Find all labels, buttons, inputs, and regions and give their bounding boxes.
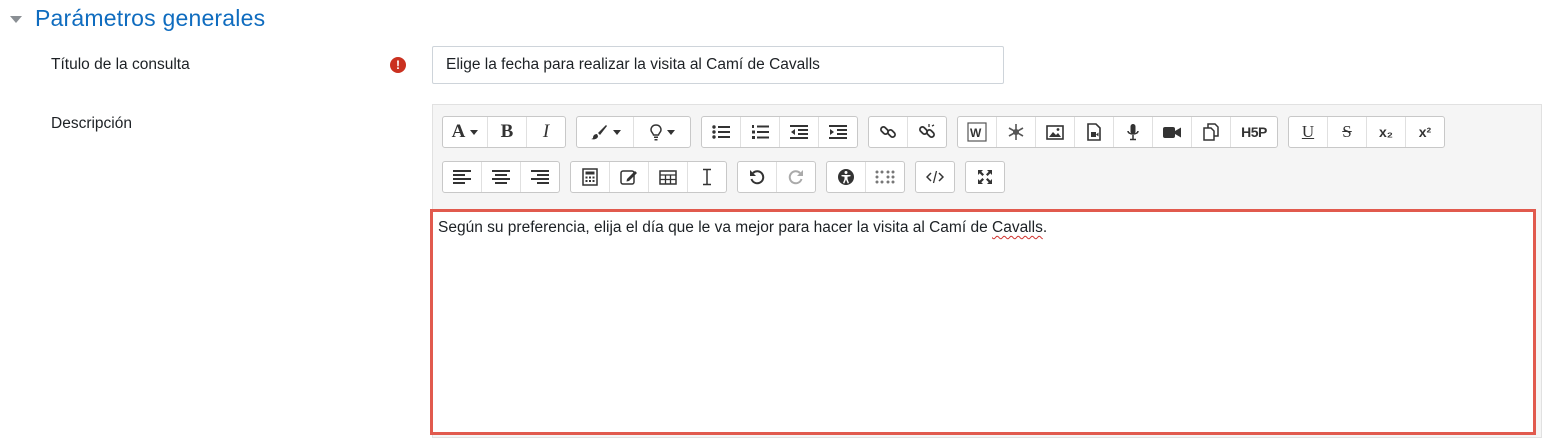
numbered-list-button[interactable]	[741, 117, 780, 147]
toolbar-group-format: U S x₂ x²	[1288, 116, 1445, 148]
brush-icon	[590, 125, 607, 140]
manage-files-button[interactable]	[1192, 117, 1231, 147]
media-file-icon	[1087, 123, 1101, 141]
calculator-button[interactable]	[571, 162, 610, 192]
required-icon: !	[390, 57, 406, 73]
undo-icon	[750, 170, 765, 185]
editor-content-end: .	[1042, 219, 1048, 236]
bullet-list-button[interactable]	[702, 117, 741, 147]
toolbar-group-links	[868, 116, 947, 148]
toolbar-group-color	[576, 116, 691, 148]
align-right-icon	[531, 170, 549, 184]
unlink-icon	[919, 124, 935, 138]
record-video-button[interactable]	[1153, 117, 1192, 147]
collapse-caret-icon[interactable]	[10, 15, 22, 23]
bullet-list-icon	[712, 125, 730, 139]
equation-button[interactable]	[997, 117, 1036, 147]
fullscreen-button[interactable]	[966, 162, 1004, 192]
edit-icon	[620, 170, 637, 185]
expand-icon	[978, 170, 992, 184]
align-right-button[interactable]	[521, 162, 559, 192]
link-icon	[880, 126, 896, 138]
title-input-value: Elige la fecha para realizar la visita a…	[446, 56, 820, 73]
word-icon: W	[967, 122, 987, 142]
video-camera-icon	[1163, 126, 1181, 138]
title-label: Título de la consulta	[51, 56, 190, 73]
indent-icon	[829, 125, 847, 139]
outdent-button[interactable]	[780, 117, 819, 147]
toolbar-group-media: W H5P	[957, 116, 1278, 148]
align-left-icon	[453, 170, 471, 184]
table-icon	[659, 169, 677, 185]
h5p-button[interactable]: H5P	[1231, 117, 1277, 147]
editor-content-area[interactable]: Según su preferencia, elija el día que l…	[430, 209, 1536, 435]
strikethrough-button[interactable]: S	[1328, 117, 1367, 147]
accessibility-checker-button[interactable]	[827, 162, 866, 192]
underline-button[interactable]: U	[1289, 117, 1328, 147]
accessibility-icon	[838, 169, 854, 185]
title-input[interactable]: Elige la fecha para realizar la visita a…	[432, 46, 1004, 84]
misspelled-word: Cavalls	[992, 219, 1043, 236]
toolbar-group-lists	[701, 116, 858, 148]
record-audio-button[interactable]	[1114, 117, 1153, 147]
text-color-button[interactable]	[577, 117, 634, 147]
toolbar-group-html	[915, 161, 955, 193]
font-style-button[interactable]: A	[443, 117, 488, 147]
insert-media-button[interactable]	[1075, 117, 1114, 147]
editor-content-text: Según su preferencia, elija el día que l…	[438, 219, 992, 236]
microphone-icon	[1127, 124, 1139, 141]
link-button[interactable]	[869, 117, 908, 147]
redo-icon	[788, 170, 803, 185]
toolbar-group-accessibility	[826, 161, 905, 193]
braille-icon	[875, 170, 895, 184]
font-style-label: A	[451, 121, 466, 142]
chevron-down-icon	[470, 129, 479, 135]
image-icon	[1046, 124, 1064, 140]
paste-from-word-button[interactable]: W	[958, 117, 997, 147]
align-center-icon	[492, 170, 510, 184]
section-title: Parámetros generales	[35, 4, 266, 31]
indent-button[interactable]	[819, 117, 857, 147]
rich-text-editor: A B I W H5P U S x₂ x² Según su preferenc…	[430, 104, 1542, 438]
svg-text:W: W	[970, 126, 982, 140]
unlink-button[interactable]	[908, 117, 946, 147]
outdent-icon	[790, 125, 808, 139]
toolbar-row-1: A B I W H5P U S x₂ x²	[442, 116, 1455, 148]
bold-button[interactable]: B	[488, 117, 527, 147]
background-color-button[interactable]	[634, 117, 690, 147]
lightbulb-icon	[649, 123, 662, 140]
clear-formatting-button[interactable]	[688, 162, 726, 192]
html-button[interactable]	[916, 162, 954, 192]
toolbar-group-fullscreen	[965, 161, 1005, 193]
section-header[interactable]: Parámetros generales	[10, 2, 265, 34]
edit-button[interactable]	[610, 162, 649, 192]
files-icon	[1203, 123, 1219, 141]
subscript-button[interactable]: x₂	[1367, 117, 1406, 147]
calculator-icon	[582, 168, 598, 186]
italic-button[interactable]: I	[527, 117, 565, 147]
numbered-list-icon	[752, 125, 769, 139]
toolbar-row-2	[442, 161, 1015, 193]
redo-button[interactable]	[777, 162, 815, 192]
align-center-button[interactable]	[482, 162, 521, 192]
screen-reader-helper-button[interactable]	[866, 162, 904, 192]
toolbar-group-align	[442, 161, 560, 193]
description-label: Descripción	[51, 115, 132, 132]
chevron-down-icon	[612, 129, 621, 135]
table-button[interactable]	[649, 162, 688, 192]
align-left-button[interactable]	[443, 162, 482, 192]
snowflake-icon	[1008, 124, 1024, 140]
text-cursor-icon	[703, 168, 711, 186]
undo-button[interactable]	[738, 162, 777, 192]
superscript-button[interactable]: x²	[1406, 117, 1444, 147]
chevron-down-icon	[666, 129, 675, 135]
toolbar-group-insert	[570, 161, 727, 193]
code-icon	[926, 170, 944, 184]
toolbar-group-text: A B I	[442, 116, 566, 148]
toolbar-group-history	[737, 161, 816, 193]
insert-image-button[interactable]	[1036, 117, 1075, 147]
